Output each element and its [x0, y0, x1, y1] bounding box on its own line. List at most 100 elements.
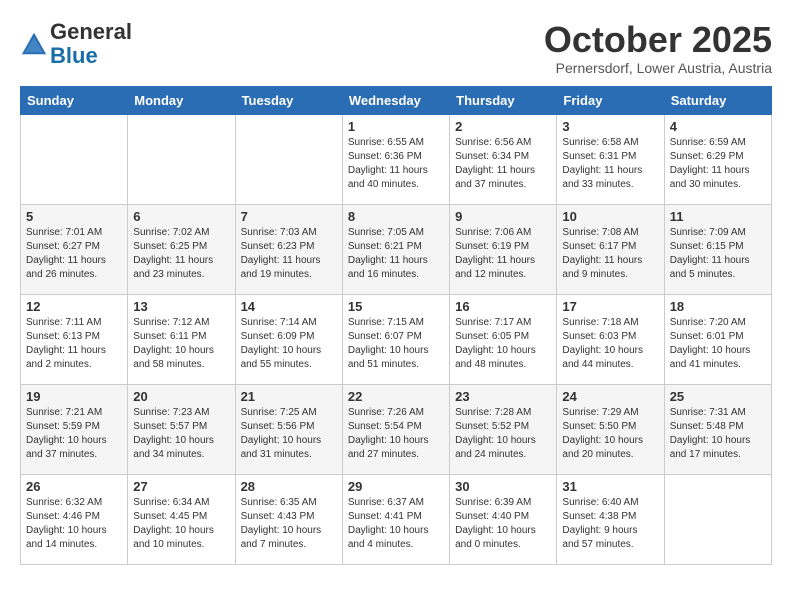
calendar-cell: 8Sunrise: 7:05 AM Sunset: 6:21 PM Daylig… [342, 204, 449, 294]
day-info: Sunrise: 7:14 AM Sunset: 6:09 PM Dayligh… [241, 316, 337, 372]
weekday-header-tuesday: Tuesday [235, 86, 342, 114]
day-info: Sunrise: 7:26 AM Sunset: 5:54 PM Dayligh… [348, 406, 444, 462]
day-number: 22 [348, 389, 444, 404]
day-info: Sunrise: 6:34 AM Sunset: 4:45 PM Dayligh… [133, 496, 229, 552]
week-row-1: 5 Sunrise: 7:01 AM Sunset: 6:27 PM Daylig… [21, 204, 772, 294]
logo-blue-text: Blue [50, 43, 98, 68]
calendar-cell: 14 Sunrise: 7:14 AM Sunset: 6:09 PM Dayli… [235, 294, 342, 384]
day-info: Sunrise: 6:40 AM Sunset: 4:38 PM Dayligh… [562, 496, 658, 552]
day-number: 27 [133, 479, 229, 494]
calendar-cell: 21 Sunrise: 7:25 AM Sunset: 5:56 PM Dayli… [235, 384, 342, 474]
day-info: Sunrise: 7:01 AM Sunset: 6:27 PM Dayligh… [26, 226, 122, 282]
calendar-cell: 28 Sunrise: 6:35 AM Sunset: 4:43 PM Dayli… [235, 474, 342, 564]
day-number: 23 [455, 389, 551, 404]
day-number: 5 [26, 209, 122, 224]
day-number: 21 [241, 389, 337, 404]
day-number: 25 [670, 389, 766, 404]
day-info: Sunrise: 6:59 AM Sunset: 6:29 PM Dayligh… [670, 136, 766, 192]
day-info: Sunrise: 7:12 AM Sunset: 6:11 PM Dayligh… [133, 316, 229, 372]
day-number: 14 [241, 299, 337, 314]
calendar-cell: 3 Sunrise: 6:58 AM Sunset: 6:31 PM Daylig… [557, 114, 664, 204]
calendar-cell: 12Sunrise: 7:11 AM Sunset: 6:13 PM Dayli… [21, 294, 128, 384]
weekday-header-friday: Friday [557, 86, 664, 114]
day-number: 3 [562, 119, 658, 134]
day-number: 20 [133, 389, 229, 404]
day-info: Sunrise: 6:39 AM Sunset: 4:40 PM Dayligh… [455, 496, 551, 552]
calendar-cell: 4 Sunrise: 6:59 AM Sunset: 6:29 PM Daylig… [664, 114, 771, 204]
day-number: 11 [670, 209, 766, 224]
calendar-cell: 20 Sunrise: 7:23 AM Sunset: 5:57 PM Dayli… [128, 384, 235, 474]
day-number: 18 [670, 299, 766, 314]
day-info: Sunrise: 7:28 AM Sunset: 5:52 PM Dayligh… [455, 406, 551, 462]
week-row-3: 19Sunrise: 7:21 AM Sunset: 5:59 PM Dayli… [21, 384, 772, 474]
day-info: Sunrise: 6:58 AM Sunset: 6:31 PM Dayligh… [562, 136, 658, 192]
day-info: Sunrise: 6:35 AM Sunset: 4:43 PM Dayligh… [241, 496, 337, 552]
calendar-cell [664, 474, 771, 564]
day-number: 15 [348, 299, 444, 314]
week-row-4: 26Sunrise: 6:32 AM Sunset: 4:46 PM Dayli… [21, 474, 772, 564]
day-number: 4 [670, 119, 766, 134]
calendar-cell: 23 Sunrise: 7:28 AM Sunset: 5:52 PM Dayli… [450, 384, 557, 474]
calendar-cell: 13 Sunrise: 7:12 AM Sunset: 6:11 PM Dayli… [128, 294, 235, 384]
day-info: Sunrise: 7:08 AM Sunset: 6:17 PM Dayligh… [562, 226, 658, 282]
day-info: Sunrise: 7:17 AM Sunset: 6:05 PM Dayligh… [455, 316, 551, 372]
weekday-header-monday: Monday [128, 86, 235, 114]
logo: General Blue [20, 20, 132, 68]
day-number: 13 [133, 299, 229, 314]
calendar-cell: 29Sunrise: 6:37 AM Sunset: 4:41 PM Dayli… [342, 474, 449, 564]
calendar-cell: 1Sunrise: 6:55 AM Sunset: 6:36 PM Daylig… [342, 114, 449, 204]
weekday-header-row: SundayMondayTuesdayWednesdayThursdayFrid… [21, 86, 772, 114]
day-info: Sunrise: 7:23 AM Sunset: 5:57 PM Dayligh… [133, 406, 229, 462]
logo-icon [20, 30, 48, 58]
day-number: 17 [562, 299, 658, 314]
week-row-0: 1Sunrise: 6:55 AM Sunset: 6:36 PM Daylig… [21, 114, 772, 204]
day-info: Sunrise: 7:02 AM Sunset: 6:25 PM Dayligh… [133, 226, 229, 282]
day-number: 16 [455, 299, 551, 314]
day-info: Sunrise: 7:09 AM Sunset: 6:15 PM Dayligh… [670, 226, 766, 282]
day-info: Sunrise: 7:15 AM Sunset: 6:07 PM Dayligh… [348, 316, 444, 372]
calendar-cell: 2 Sunrise: 6:56 AM Sunset: 6:34 PM Daylig… [450, 114, 557, 204]
week-row-2: 12Sunrise: 7:11 AM Sunset: 6:13 PM Dayli… [21, 294, 772, 384]
day-info: Sunrise: 7:25 AM Sunset: 5:56 PM Dayligh… [241, 406, 337, 462]
calendar-cell: 24Sunrise: 7:29 AM Sunset: 5:50 PM Dayli… [557, 384, 664, 474]
weekday-header-thursday: Thursday [450, 86, 557, 114]
calendar-cell: 5 Sunrise: 7:01 AM Sunset: 6:27 PM Daylig… [21, 204, 128, 294]
calendar-cell: 31 Sunrise: 6:40 AM Sunset: 4:38 PM Dayli… [557, 474, 664, 564]
calendar-cell: 11 Sunrise: 7:09 AM Sunset: 6:15 PM Dayli… [664, 204, 771, 294]
day-number: 1 [348, 119, 444, 134]
calendar-cell: 25 Sunrise: 7:31 AM Sunset: 5:48 PM Dayli… [664, 384, 771, 474]
day-number: 31 [562, 479, 658, 494]
calendar-cell [21, 114, 128, 204]
calendar-cell: 15 Sunrise: 7:15 AM Sunset: 6:07 PM Dayli… [342, 294, 449, 384]
day-info: Sunrise: 7:06 AM Sunset: 6:19 PM Dayligh… [455, 226, 551, 282]
calendar-cell: 18 Sunrise: 7:20 AM Sunset: 6:01 PM Dayli… [664, 294, 771, 384]
day-info: Sunrise: 7:20 AM Sunset: 6:01 PM Dayligh… [670, 316, 766, 372]
day-number: 9 [455, 209, 551, 224]
calendar-cell: 27 Sunrise: 6:34 AM Sunset: 4:45 PM Dayli… [128, 474, 235, 564]
calendar-cell: 17 Sunrise: 7:18 AM Sunset: 6:03 PM Dayli… [557, 294, 664, 384]
day-number: 2 [455, 119, 551, 134]
calendar-cell: 16 Sunrise: 7:17 AM Sunset: 6:05 PM Dayli… [450, 294, 557, 384]
day-info: Sunrise: 7:03 AM Sunset: 6:23 PM Dayligh… [241, 226, 337, 282]
calendar-cell: 30Sunrise: 6:39 AM Sunset: 4:40 PM Dayli… [450, 474, 557, 564]
day-number: 28 [241, 479, 337, 494]
weekday-header-wednesday: Wednesday [342, 86, 449, 114]
calendar-cell: 7 Sunrise: 7:03 AM Sunset: 6:23 PM Daylig… [235, 204, 342, 294]
day-info: Sunrise: 6:56 AM Sunset: 6:34 PM Dayligh… [455, 136, 551, 192]
day-number: 8 [348, 209, 444, 224]
page-header: General Blue October 2025 Pernersdorf, L… [20, 20, 772, 76]
day-number: 29 [348, 479, 444, 494]
calendar-cell: 9 Sunrise: 7:06 AM Sunset: 6:19 PM Daylig… [450, 204, 557, 294]
day-number: 26 [26, 479, 122, 494]
day-info: Sunrise: 7:18 AM Sunset: 6:03 PM Dayligh… [562, 316, 658, 372]
day-number: 12 [26, 299, 122, 314]
weekday-header-sunday: Sunday [21, 86, 128, 114]
calendar-cell [128, 114, 235, 204]
day-info: Sunrise: 7:31 AM Sunset: 5:48 PM Dayligh… [670, 406, 766, 462]
weekday-header-saturday: Saturday [664, 86, 771, 114]
day-number: 19 [26, 389, 122, 404]
day-number: 7 [241, 209, 337, 224]
calendar-cell: 22 Sunrise: 7:26 AM Sunset: 5:54 PM Dayli… [342, 384, 449, 474]
calendar-cell: 26Sunrise: 6:32 AM Sunset: 4:46 PM Dayli… [21, 474, 128, 564]
day-info: Sunrise: 7:29 AM Sunset: 5:50 PM Dayligh… [562, 406, 658, 462]
